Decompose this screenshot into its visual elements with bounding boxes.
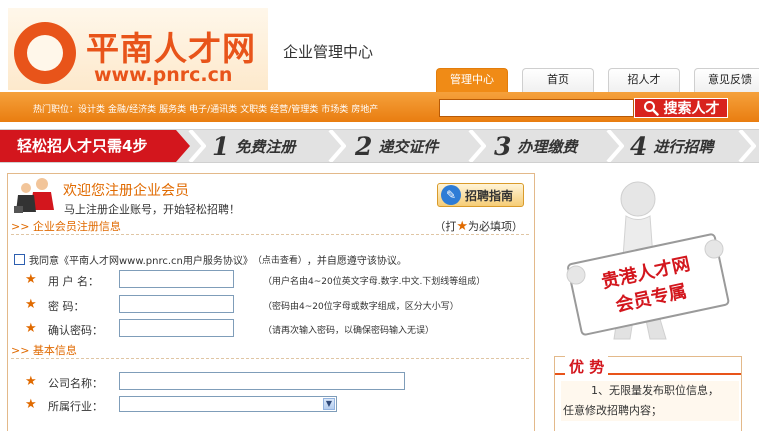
site-header: 平南人才网 www.pnrc.cn 企业管理中心 管理中心 首页 招人才 意见反… [0, 0, 759, 92]
search-talent-button[interactable]: 搜索人才 [634, 98, 728, 118]
section-title-text: >> 企业会员注册信息 [11, 220, 121, 233]
password-label: 密 码： [48, 300, 85, 313]
basic-info-section-title: >> 基本信息 [11, 342, 529, 359]
section-title-text: >> 基本信息 [11, 344, 77, 357]
hot-jobs-list: 热门职位：设计类 金融/经济类 服务类 电子/通讯类 文职类 经营/管理类 市场类 房地产 [33, 102, 381, 115]
required-star-icon: ★ [25, 374, 37, 389]
tab-home[interactable]: 首页 [522, 68, 594, 92]
username-input[interactable] [119, 270, 234, 288]
guide-icon: ✎ [441, 185, 461, 205]
agreement-suffix: ，并自愿遵守该协议。 [306, 256, 407, 267]
step-4: 4 进行招聘 [630, 130, 713, 162]
logo-mark [14, 22, 76, 84]
tab-recruit-talent[interactable]: 招人才 [608, 68, 680, 92]
page-title: 企业管理中心 [283, 43, 374, 61]
step-chevron-icon [328, 130, 346, 162]
industry-label: 所属行业： [48, 400, 103, 413]
search-button-label: 搜索人才 [663, 101, 720, 117]
logo-site-name: 平南人才网 [86, 29, 256, 68]
company-name-input[interactable] [119, 372, 405, 390]
main-nav-tabs: 管理中心 首页 招人才 意见反馈 [436, 68, 759, 92]
required-star-icon: ★ [456, 219, 468, 234]
step-chevron-icon [188, 130, 206, 162]
step-number: 3 [494, 131, 512, 161]
required-star-icon: ★ [25, 297, 37, 312]
welcome-title: 欢迎您注册企业会员 [63, 183, 189, 199]
industry-select[interactable]: ▼ [119, 396, 337, 412]
step-label: 免费注册 [235, 137, 296, 156]
required-star-icon: ★ [25, 321, 37, 336]
registration-section-title: >> 企业会员注册信息 （打★为必填项） [11, 218, 529, 235]
step-label: 进行招聘 [653, 137, 714, 156]
step-1: 1 免费注册 [212, 130, 295, 162]
advantage-box: 优 势 1、无限量发布职位信息， 任意修改招聘内容； [554, 356, 742, 431]
required-star-icon: ★ [25, 272, 37, 287]
required-note-prefix: （打 [434, 220, 457, 233]
step-number: 1 [212, 131, 230, 161]
step-chevron-icon [606, 130, 624, 162]
step-number: 2 [355, 131, 373, 161]
hot-job-link[interactable]: 市场类 [321, 105, 348, 115]
password-input[interactable] [119, 295, 234, 313]
agreement-row: 我同意《平南人才网www.pnrc.cn用户服务协议》 （点击查看） ，并自愿遵… [14, 252, 407, 267]
talent-search-input[interactable] [439, 99, 634, 117]
guide-button-label: 招聘指南 [465, 188, 514, 203]
step-3: 3 办理缴费 [494, 130, 577, 162]
step-chevron-icon [468, 130, 486, 162]
member-promo-figure: 贵港人才网 会员专属 [566, 181, 730, 340]
step-number: 4 [630, 131, 648, 161]
service-agreement-link[interactable]: 我同意《平南人才网www.pnrc.cn用户服务协议》 [29, 252, 253, 267]
site-logo[interactable]: 平南人才网 www.pnrc.cn [8, 8, 268, 90]
search-icon [643, 101, 659, 116]
tab-management-center[interactable]: 管理中心 [436, 68, 508, 92]
hot-job-link[interactable]: 设计类 [78, 105, 105, 115]
tab-feedback[interactable]: 意见反馈 [694, 68, 759, 92]
required-star-icon: ★ [25, 397, 37, 412]
required-note-suffix: 为必填项） [468, 220, 523, 233]
step-2: 2 递交证件 [355, 130, 438, 162]
agreement-view-hint: （点击查看） [252, 256, 307, 266]
agreement-checkbox[interactable] [14, 254, 25, 265]
advantage-title: 优 势 [565, 356, 609, 377]
steps-lead: 轻松招人才只需4步 [0, 130, 190, 162]
advantage-line-2: 任意修改招聘内容； [563, 404, 662, 417]
company-name-label: 公司名称： [48, 377, 103, 390]
advantage-text: 1、无限量发布职位信息， 任意修改招聘内容； [561, 381, 739, 421]
confirm-password-label: 确认密码： [48, 324, 103, 337]
chevron-down-icon: ▼ [323, 398, 335, 410]
step-label: 办理缴费 [517, 137, 578, 156]
hot-job-link[interactable]: 文职类 [240, 105, 267, 115]
confirm-password-hint: （请再次输入密码，以确保密码输入无误） [263, 326, 435, 336]
step-label: 递交证件 [378, 137, 439, 156]
hot-job-link[interactable]: 经营/管理类 [270, 105, 318, 115]
hot-jobs-label: 热门职位： [33, 105, 79, 115]
hot-job-link[interactable]: 金融/经济类 [108, 105, 156, 115]
confirm-password-input[interactable] [119, 319, 234, 337]
business-people-icon [14, 178, 54, 213]
hot-jobs-bar: 热门职位：设计类 金融/经济类 服务类 电子/通讯类 文职类 经营/管理类 市场类 房地产 搜… [0, 92, 759, 122]
username-hint: （用户名由4~20位英文字母.数字.中文.下划线等组成） [263, 277, 486, 287]
hot-job-link[interactable]: 电子/通讯类 [189, 105, 237, 115]
password-hint: （密码由4~20位字母或数字组成，区分大小写） [263, 302, 459, 312]
username-label: 用 户 名： [48, 275, 99, 288]
hot-job-link[interactable]: 房地产 [351, 105, 378, 115]
welcome-subtitle: 马上注册企业账号，开始轻松招聘！ [64, 203, 240, 216]
recruitment-guide-button[interactable]: ✎ 招聘指南 [437, 183, 524, 207]
step-chevron-icon [738, 130, 756, 162]
logo-site-url: www.pnrc.cn [94, 64, 233, 86]
registration-panel: 欢迎您注册企业会员 马上注册企业账号，开始轻松招聘！ ✎ 招聘指南 >> 企业会… [7, 173, 535, 431]
registration-steps: 轻松招人才只需4步 1 免费注册 2 递交证件 3 办理缴费 4 进行招聘 [0, 129, 759, 163]
hot-job-link[interactable]: 服务类 [159, 105, 186, 115]
advantage-line-1: 1、无限量发布职位信息， [591, 384, 719, 397]
required-note: （打★为必填项） [434, 218, 523, 234]
